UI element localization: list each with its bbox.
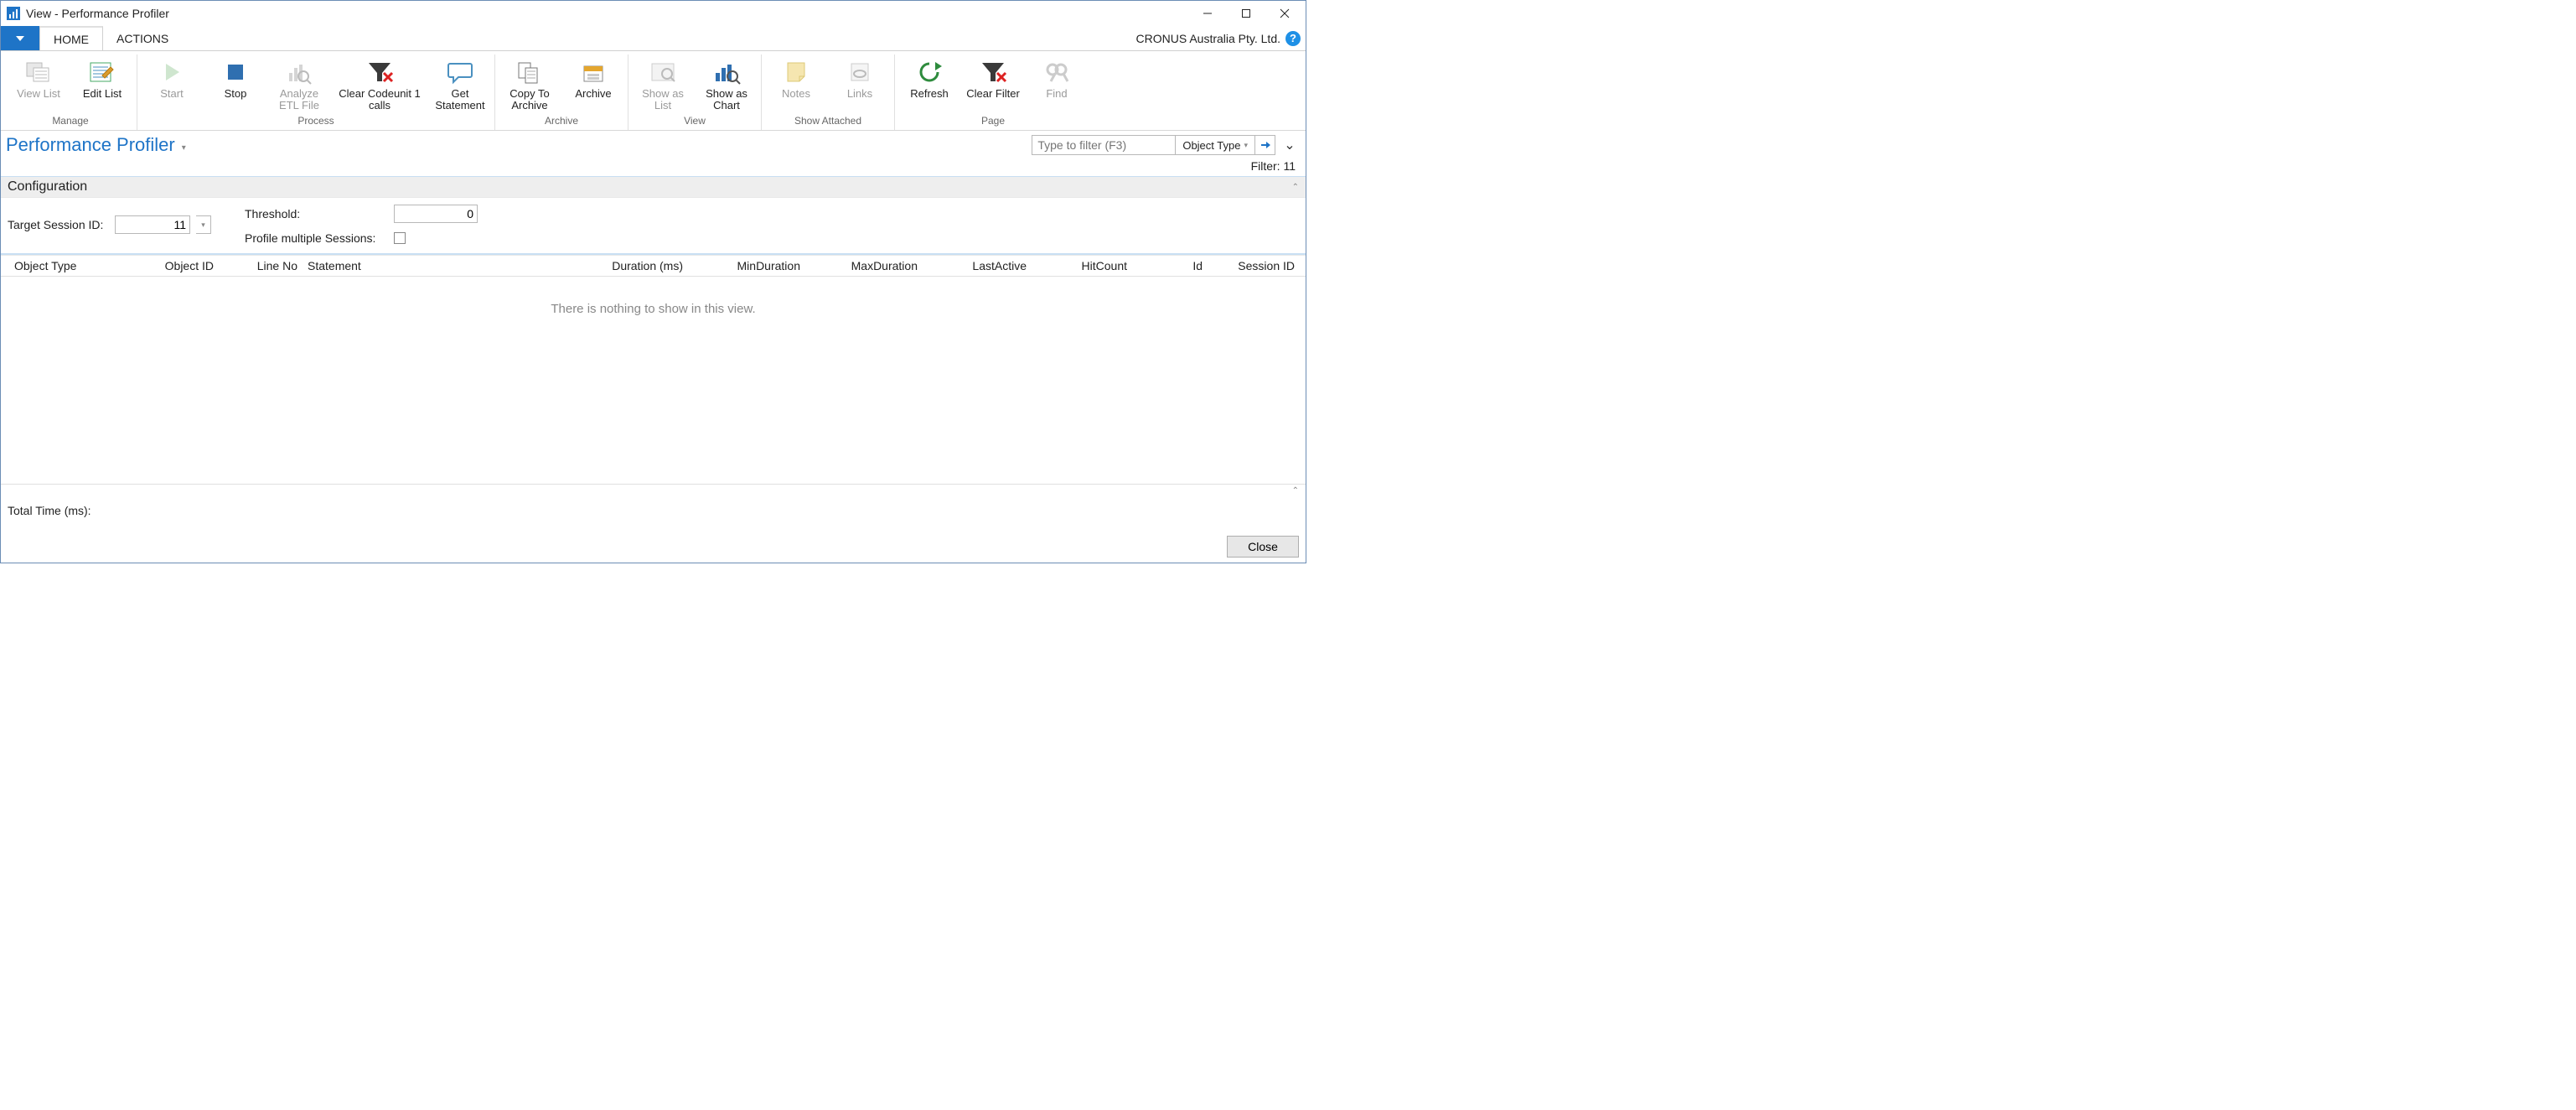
profile-multi-checkbox[interactable]	[394, 232, 406, 244]
copy-to-archive-button[interactable]: Copy To Archive	[502, 56, 557, 113]
fasttab-header-configuration[interactable]: Configuration ⌃	[1, 177, 1306, 197]
find-icon	[1042, 58, 1071, 86]
view-list-button[interactable]: View List	[11, 56, 66, 113]
target-session-label: Target Session ID:	[8, 218, 108, 231]
threshold-label: Threshold:	[245, 207, 387, 220]
group-label-view: View	[684, 113, 706, 128]
col-object-type[interactable]: Object Type	[9, 259, 127, 272]
minimize-button[interactable]	[1188, 1, 1227, 26]
filter-input[interactable]	[1032, 136, 1175, 154]
group-label-show-attached: Show Attached	[794, 113, 861, 128]
footer-collapse-icon[interactable]: ⌃	[1292, 486, 1299, 495]
title-dropdown-icon[interactable]: ▾	[182, 138, 186, 153]
clear-filter-icon	[365, 58, 394, 86]
clear-calls-button[interactable]: Clear Codeunit 1 calls	[335, 56, 424, 113]
group-label-manage: Manage	[52, 113, 88, 128]
view-list-icon	[24, 58, 53, 86]
ribbon-group-process: Start Stop	[137, 54, 495, 130]
ribbon-group-page: Refresh Clear Filter	[895, 54, 1091, 130]
ribbon-group-manage: View List Edit List	[4, 54, 137, 130]
file-tab[interactable]	[1, 26, 39, 50]
target-session-input[interactable]	[115, 215, 190, 234]
note-icon	[782, 58, 810, 86]
expand-filter-button[interactable]: ⌄	[1282, 137, 1297, 153]
ribbon: View List Edit List	[1, 51, 1306, 131]
get-statement-button[interactable]: Get Statement	[432, 56, 488, 113]
notes-button[interactable]: Notes	[768, 56, 824, 113]
col-max-duration[interactable]: MaxDuration	[805, 259, 923, 272]
window-title: View - Performance Profiler	[26, 7, 169, 20]
stop-icon	[221, 58, 250, 86]
col-line-no[interactable]: Line No	[219, 259, 303, 272]
profile-multi-label: Profile multiple Sessions:	[245, 231, 387, 245]
results-grid: Object Type Object ID Line No Statement …	[1, 255, 1306, 485]
speech-icon	[446, 58, 474, 86]
play-icon	[158, 58, 186, 86]
col-duration[interactable]: Duration (ms)	[579, 259, 688, 272]
tab-home[interactable]: HOME	[39, 26, 103, 50]
col-id[interactable]: Id	[1132, 259, 1208, 272]
clear-page-filter-icon	[979, 58, 1007, 86]
maximize-button[interactable]	[1227, 1, 1265, 26]
filter-box: Object Type ▾	[1032, 135, 1275, 155]
links-button[interactable]: Links	[832, 56, 887, 113]
company-name: CRONUS Australia Pty. Ltd.	[1136, 32, 1280, 45]
col-min-duration[interactable]: MinDuration	[688, 259, 805, 272]
ribbon-group-view: Show as List Show as Chart	[628, 54, 762, 130]
list-view-icon	[649, 58, 677, 86]
ribbon-tabs: HOME ACTIONS CRONUS Australia Pty. Ltd. …	[1, 26, 1306, 51]
col-object-id[interactable]: Object ID	[127, 259, 219, 272]
find-button[interactable]: Find	[1029, 56, 1084, 113]
group-label-archive: Archive	[545, 113, 578, 128]
analyze-icon	[285, 58, 313, 86]
clear-filter-button[interactable]: Clear Filter	[965, 56, 1021, 113]
group-label-process: Process	[297, 113, 334, 128]
grid-header-row: Object Type Object ID Line No Statement …	[1, 256, 1306, 277]
help-icon[interactable]: ?	[1285, 31, 1301, 46]
copy-icon	[515, 58, 544, 86]
tab-actions[interactable]: ACTIONS	[103, 26, 183, 50]
ribbon-group-archive: Copy To Archive Archive Archive	[495, 54, 628, 130]
total-time-label: Total Time (ms):	[1, 495, 1306, 532]
close-window-button[interactable]	[1265, 1, 1304, 26]
refresh-button[interactable]: Refresh	[902, 56, 957, 113]
edit-list-icon	[88, 58, 116, 86]
fasttab-configuration: Configuration ⌃ Target Session ID: ▾ Thr…	[1, 176, 1306, 255]
col-hit-count[interactable]: HitCount	[1032, 259, 1132, 272]
edit-list-button[interactable]: Edit List	[75, 56, 130, 113]
refresh-icon	[915, 58, 944, 86]
chart-view-icon	[712, 58, 741, 86]
archive-button[interactable]: Archive	[566, 56, 621, 113]
analyze-etl-button[interactable]: Analyze ETL File	[272, 56, 327, 113]
col-statement[interactable]: Statement	[303, 259, 579, 272]
show-as-list-button[interactable]: Show as List	[635, 56, 691, 113]
grid-empty-message: There is nothing to show in this view.	[1, 277, 1306, 485]
chevron-up-icon: ⌃	[1292, 183, 1299, 192]
filter-column-select[interactable]: Object Type ▾	[1175, 136, 1254, 154]
threshold-input[interactable]	[394, 205, 478, 223]
close-button[interactable]: Close	[1227, 536, 1299, 558]
page-title: Performance Profiler	[6, 134, 175, 156]
group-label-page: Page	[981, 113, 1005, 128]
ribbon-group-show-attached: Notes Links Show Attached	[762, 54, 895, 130]
show-as-chart-button[interactable]: Show as Chart	[699, 56, 754, 113]
title-bar: View - Performance Profiler	[1, 1, 1306, 26]
stop-button[interactable]: Stop	[208, 56, 263, 113]
filter-status: Filter: 11	[1, 159, 1306, 176]
app-window: View - Performance Profiler HOME ACTIONS…	[0, 0, 1306, 563]
archive-icon	[579, 58, 608, 86]
target-session-lookup[interactable]: ▾	[196, 215, 211, 234]
page-header: Performance Profiler ▾ Object Type ▾ ⌄	[1, 131, 1306, 159]
chevron-down-icon: ▾	[1244, 141, 1248, 150]
start-button[interactable]: Start	[144, 56, 199, 113]
filter-go-button[interactable]	[1254, 136, 1275, 154]
link-icon	[846, 58, 874, 86]
col-last-active[interactable]: LastActive	[923, 259, 1032, 272]
col-session-id[interactable]: Session ID	[1208, 259, 1300, 272]
app-icon	[6, 6, 21, 21]
